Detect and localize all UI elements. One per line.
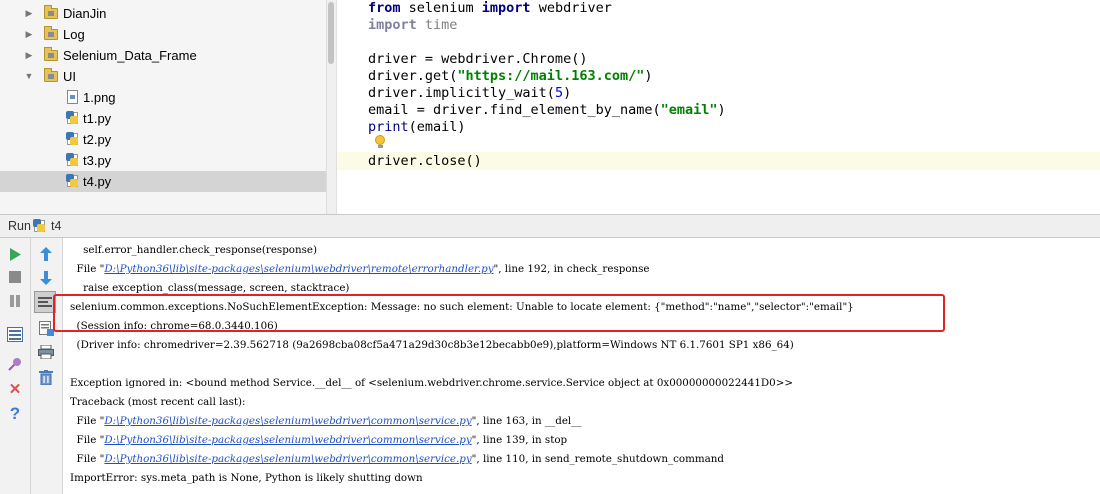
run-tab-t4[interactable]: t4 — [51, 219, 61, 233]
console-line: File "D:\Python36\lib\site-packages\sele… — [70, 415, 582, 427]
pin-icon[interactable] — [4, 353, 26, 375]
tree-item-label: t1.py — [83, 111, 112, 126]
image-file-icon — [67, 90, 78, 104]
tree-item-dianjin[interactable]: ▶ DianJin — [0, 3, 326, 24]
code-line-10: driver.close() — [368, 153, 482, 169]
tree-item-t1-py[interactable]: t1.py — [0, 108, 326, 129]
folder-icon — [44, 26, 58, 40]
print-icon[interactable] — [35, 341, 57, 363]
chevron-right-icon[interactable]: ▶ — [24, 24, 34, 45]
tree-item-1-png[interactable]: 1.png — [0, 87, 326, 108]
python-file-icon — [66, 111, 79, 125]
code-line-8: print(email) — [368, 119, 466, 135]
python-file-icon — [66, 153, 79, 167]
code-line-6: driver.implicitly_wait(5) — [368, 85, 572, 101]
tree-item-selenium-data-frame[interactable]: ▶ Selenium_Data_Frame — [0, 45, 326, 66]
folder-icon — [44, 68, 58, 82]
tree-item-label: DianJin — [63, 6, 107, 21]
tree-item-label: t2.py — [83, 132, 112, 147]
file-link[interactable]: D:\Python36\lib\site-packages\selenium\w… — [104, 434, 471, 446]
chevron-right-icon[interactable]: ▶ — [24, 3, 34, 24]
run-icon[interactable] — [4, 243, 26, 265]
console-line: File "D:\Python36\lib\site-packages\sele… — [70, 434, 568, 446]
tree-item-label: t4.py — [83, 174, 112, 189]
console-line: File "D:\Python36\lib\site-packages\sele… — [70, 453, 724, 465]
console-line: Traceback (most recent call last): — [70, 396, 246, 408]
down-arrow-icon[interactable] — [35, 267, 57, 289]
trash-icon[interactable] — [35, 366, 57, 388]
chevron-down-icon[interactable]: ▼ — [24, 66, 34, 87]
tree-item-label: UI — [63, 69, 76, 84]
python-file-icon — [66, 132, 79, 146]
tree-item-label: Selenium_Data_Frame — [63, 48, 197, 63]
console-line: (Driver info: chromedriver=2.39.562718 (… — [70, 339, 794, 351]
stop-icon[interactable] — [4, 266, 26, 288]
tree-item-label: t3.py — [83, 153, 112, 168]
pause-icon[interactable] — [4, 290, 26, 312]
file-link[interactable]: D:\Python36\lib\site-packages\selenium\w… — [104, 263, 493, 275]
python-file-icon — [33, 219, 46, 233]
layout-icon[interactable] — [4, 323, 26, 345]
code-line-4: driver = webdriver.Chrome() — [368, 51, 588, 67]
tree-item-t2-py[interactable]: t2.py — [0, 129, 326, 150]
chevron-right-icon[interactable]: ▶ — [24, 45, 34, 66]
help-icon[interactable]: ? — [4, 403, 26, 425]
code-line-1: from selenium import webdriver — [368, 0, 612, 16]
tree-item-log[interactable]: ▶ Log — [0, 24, 326, 45]
folder-icon — [44, 5, 58, 19]
folder-icon — [44, 47, 58, 61]
project-tree: ▶ DianJin ▶ Log ▶ Selenium_Data_Frame ▼ … — [0, 0, 326, 214]
tree-scrollbar-thumb[interactable] — [328, 2, 334, 64]
run-toolbar: ✕ ? — [0, 238, 31, 494]
close-icon[interactable]: ✕ — [4, 378, 26, 400]
code-editor[interactable]: from selenium import webdriver import ti… — [337, 0, 1100, 214]
code-line-2: import time — [368, 17, 458, 33]
tree-item-label: 1.png — [83, 90, 116, 105]
tree-item-ui[interactable]: ▼ UI — [0, 66, 326, 87]
code-line-7: email = driver.find_element_by_name("ema… — [368, 102, 726, 118]
console-line: raise exception_class(message, screen, s… — [70, 282, 350, 294]
file-link[interactable]: D:\Python36\lib\site-packages\selenium\w… — [104, 453, 471, 465]
code-line-5: driver.get("https://mail.163.com/") — [368, 68, 653, 84]
python-file-icon — [66, 174, 79, 188]
console-output[interactable]: self.error_handler.check_response(respon… — [63, 238, 1100, 494]
console-line: Exception ignored in: <bound method Serv… — [70, 377, 793, 389]
up-arrow-icon[interactable] — [35, 243, 57, 265]
console-toolbar — [31, 238, 63, 494]
console-line: File "D:\Python36\lib\site-packages\sele… — [70, 263, 650, 275]
console-line: ImportError: sys.meta_path is None, Pyth… — [70, 472, 423, 484]
tree-item-t4-py[interactable]: t4.py — [0, 171, 326, 192]
run-tool-window-header: Run t4 — [0, 214, 1100, 238]
tree-item-t3-py[interactable]: t3.py — [0, 150, 326, 171]
lightbulb-icon[interactable] — [375, 135, 386, 149]
error-highlight-box — [53, 294, 945, 332]
console-line: self.error_handler.check_response(respon… — [70, 244, 318, 256]
file-link[interactable]: D:\Python36\lib\site-packages\selenium\w… — [104, 415, 471, 427]
tree-item-label: Log — [63, 27, 85, 42]
run-label: Run — [8, 219, 31, 233]
